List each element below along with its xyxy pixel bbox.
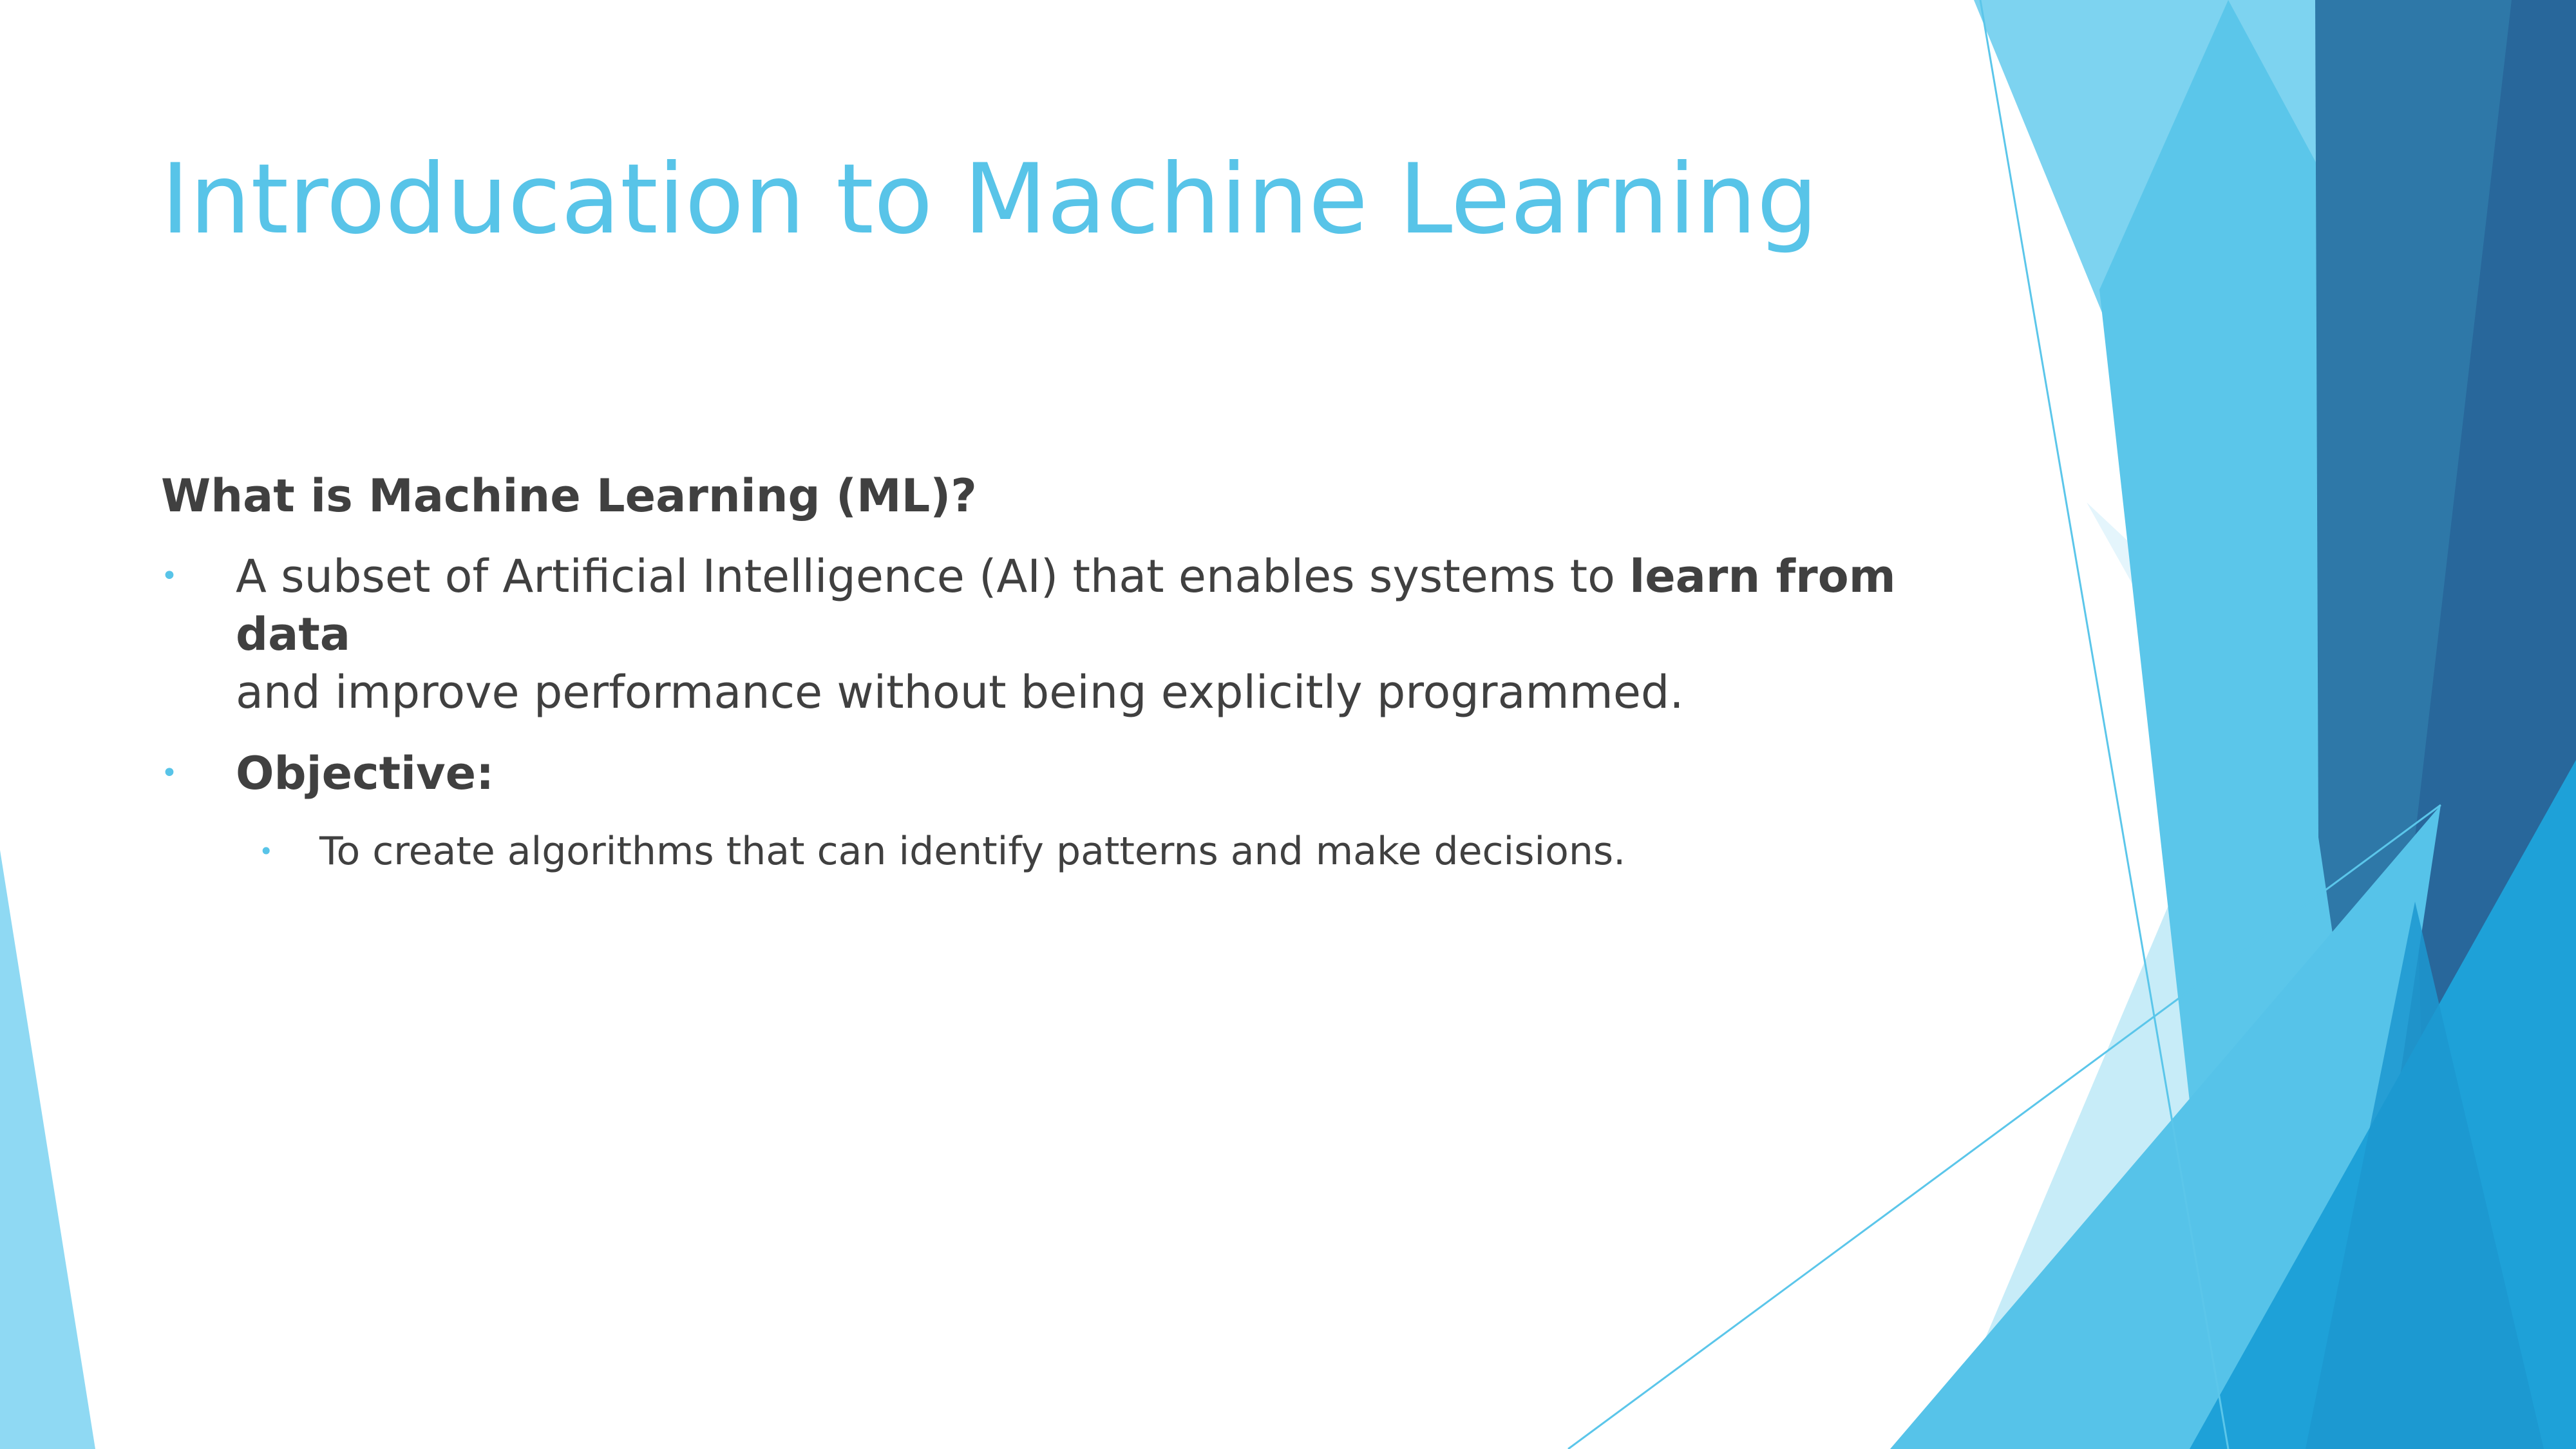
- bullet-text: A subset of Artificial Intelligence (AI)…: [236, 550, 1630, 603]
- bullet-marker: •: [161, 757, 178, 790]
- sub-bullet-item: • To create algorithms that can identify…: [161, 826, 1964, 877]
- slide-title: Introducation to Machine Learning: [161, 144, 1818, 256]
- bullet-text-line-2: and improve performance without being ex…: [236, 666, 1684, 719]
- left-edge-shape: [0, 850, 95, 1449]
- slide: Introducation to Machine Learning What i…: [0, 0, 2576, 1449]
- sub-bullet-text: To create algorithms that can identify p…: [319, 829, 1626, 874]
- sub-bullet-marker: •: [259, 837, 274, 866]
- bullet-item: • Objective:: [161, 744, 1964, 802]
- bullet-item: • A subset of Artificial Intelligence (A…: [161, 547, 1964, 721]
- slide-body: What is Machine Learning (ML)? • A subse…: [161, 464, 1964, 877]
- bullet-bold-text: Objective:: [236, 747, 495, 800]
- bullet-marker: •: [161, 560, 178, 592]
- section-heading: What is Machine Learning (ML)?: [161, 469, 977, 522]
